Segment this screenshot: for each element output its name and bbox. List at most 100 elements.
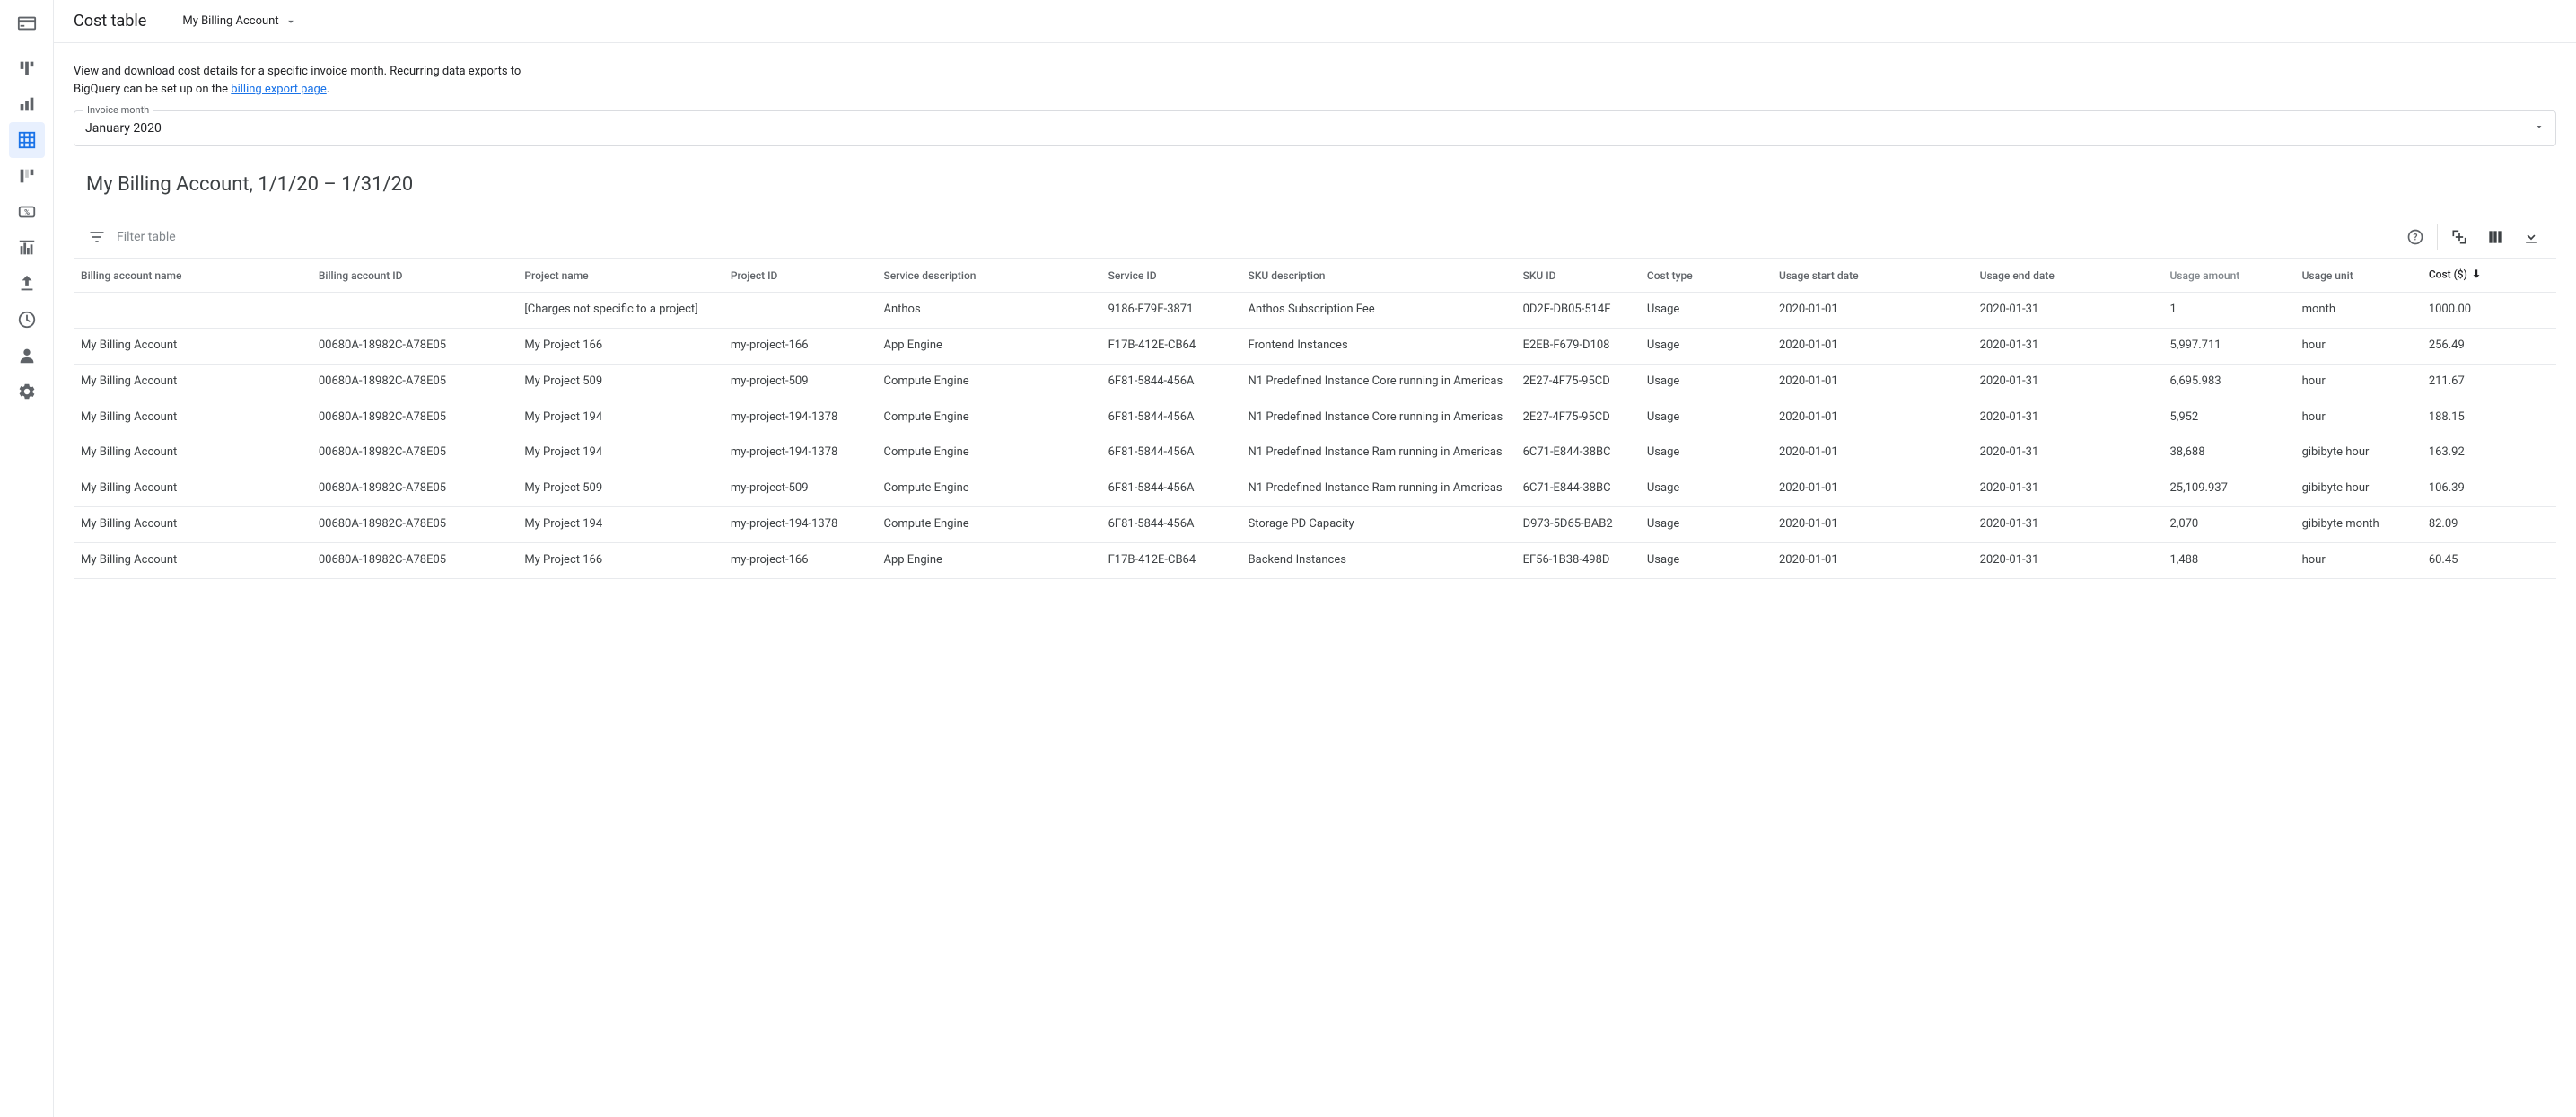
column-header[interactable]: Usage unit xyxy=(2295,259,2422,293)
cell-service-id: 9186-F79E-3871 xyxy=(1101,293,1241,329)
column-header[interactable]: Billing account name xyxy=(74,259,311,293)
cell-usage-start: 2020-01-01 xyxy=(1772,400,1973,435)
table-row[interactable]: My Billing Account00680A-18982C-A78E05My… xyxy=(74,328,2556,364)
cell-service-id: 6F81-5844-456A xyxy=(1101,364,1241,400)
dropdown-icon xyxy=(2534,121,2545,136)
cell-project-name: My Project 509 xyxy=(517,364,723,400)
column-header[interactable]: Project name xyxy=(517,259,723,293)
cell-billing-account-id: 00680A-18982C-A78E05 xyxy=(311,507,518,543)
filter-toolbar: Filter table ? xyxy=(74,215,2556,259)
cell-service-id: F17B-412E-CB64 xyxy=(1101,542,1241,578)
table-row[interactable]: My Billing Account00680A-18982C-A78E05My… xyxy=(74,542,2556,578)
billing-product-icon[interactable] xyxy=(9,5,45,41)
account-picker[interactable]: My Billing Account xyxy=(182,14,296,28)
cell-billing-account-name: My Billing Account xyxy=(74,435,311,471)
columns-icon[interactable] xyxy=(2477,221,2513,253)
invoice-month-label: Invoice month xyxy=(83,104,153,116)
cell-cost: 163.92 xyxy=(2422,435,2556,471)
invoice-month-select[interactable]: Invoice month January 2020 xyxy=(74,110,2556,146)
cell-service-description: Compute Engine xyxy=(876,400,1100,435)
cell-billing-account-name: My Billing Account xyxy=(74,364,311,400)
cell-billing-account-name: My Billing Account xyxy=(74,542,311,578)
cell-cost: 211.67 xyxy=(2422,364,2556,400)
nav-settings-icon[interactable] xyxy=(9,374,45,409)
group-by-icon[interactable] xyxy=(2441,221,2477,253)
column-header[interactable]: SKU description xyxy=(1241,259,1516,293)
table-row[interactable]: My Billing Account00680A-18982C-A78E05My… xyxy=(74,364,2556,400)
table-row[interactable]: My Billing Account00680A-18982C-A78E05My… xyxy=(74,471,2556,507)
cell-usage-start: 2020-01-01 xyxy=(1772,435,1973,471)
cell-project-name: [Charges not specific to a project] xyxy=(517,293,723,329)
nav-overview-icon[interactable] xyxy=(9,50,45,86)
cell-cost-type: Usage xyxy=(1640,328,1772,364)
cell-billing-account-id: 00680A-18982C-A78E05 xyxy=(311,328,518,364)
column-header[interactable]: Project ID xyxy=(723,259,877,293)
table-header-row: Billing account nameBilling account IDPr… xyxy=(74,259,2556,293)
cell-project-id: my-project-166 xyxy=(723,328,877,364)
cell-project-id: my-project-166 xyxy=(723,542,877,578)
cell-billing-account-name: My Billing Account xyxy=(74,328,311,364)
nav-export-icon[interactable] xyxy=(9,266,45,302)
nav-commitments-icon[interactable]: % xyxy=(9,194,45,230)
cell-usage-end: 2020-01-31 xyxy=(1973,542,2163,578)
main: Cost table My Billing Account View and d… xyxy=(54,0,2576,1117)
cell-usage-amount: 2,070 xyxy=(2162,507,2294,543)
cell-usage-unit: hour xyxy=(2295,400,2422,435)
cell-usage-unit: gibibyte hour xyxy=(2295,471,2422,507)
column-header[interactable]: SKU ID xyxy=(1516,259,1640,293)
cell-usage-start: 2020-01-01 xyxy=(1772,293,1973,329)
nav-payment-icon[interactable] xyxy=(9,338,45,374)
cell-usage-amount: 5,952 xyxy=(2162,400,2294,435)
column-header[interactable]: Usage amount xyxy=(2162,259,2294,293)
cell-billing-account-name: My Billing Account xyxy=(74,507,311,543)
column-header[interactable]: Service ID xyxy=(1101,259,1241,293)
nav-cost-breakdown-icon[interactable] xyxy=(9,158,45,194)
cell-usage-start: 2020-01-01 xyxy=(1772,542,1973,578)
cell-sku-description: Anthos Subscription Fee xyxy=(1241,293,1516,329)
cell-service-description: Compute Engine xyxy=(876,364,1100,400)
cell-sku-id: 0D2F-DB05-514F xyxy=(1516,293,1640,329)
column-header[interactable]: Cost ($) xyxy=(2422,259,2556,293)
cell-usage-amount: 5,997.711 xyxy=(2162,328,2294,364)
cell-billing-account-id: 00680A-18982C-A78E05 xyxy=(311,435,518,471)
cell-billing-account-name: My Billing Account xyxy=(74,471,311,507)
nav-budgets-icon[interactable] xyxy=(9,230,45,266)
billing-export-link[interactable]: billing export page xyxy=(231,83,326,96)
column-header[interactable]: Billing account ID xyxy=(311,259,518,293)
cell-usage-unit: hour xyxy=(2295,328,2422,364)
cell-usage-unit: month xyxy=(2295,293,2422,329)
cell-cost-type: Usage xyxy=(1640,435,1772,471)
topbar: Cost table My Billing Account xyxy=(54,0,2576,43)
nav-cost-table-icon[interactable] xyxy=(9,122,45,158)
cell-usage-start: 2020-01-01 xyxy=(1772,364,1973,400)
column-header[interactable]: Cost type xyxy=(1640,259,1772,293)
column-header[interactable]: Usage end date xyxy=(1973,259,2163,293)
download-icon[interactable] xyxy=(2513,221,2549,253)
cell-service-description: Compute Engine xyxy=(876,435,1100,471)
cell-usage-end: 2020-01-31 xyxy=(1973,328,2163,364)
sidebar: % xyxy=(0,0,54,1117)
column-header[interactable]: Usage start date xyxy=(1772,259,1973,293)
table-row[interactable]: My Billing Account00680A-18982C-A78E05My… xyxy=(74,435,2556,471)
cell-sku-description: N1 Predefined Instance Ram running in Am… xyxy=(1241,471,1516,507)
cell-service-description: Anthos xyxy=(876,293,1100,329)
filter-input[interactable]: Filter table xyxy=(117,230,176,244)
table-row[interactable]: My Billing Account00680A-18982C-A78E05My… xyxy=(74,400,2556,435)
cell-usage-amount: 1,488 xyxy=(2162,542,2294,578)
cell-project-id: my-project-194-1378 xyxy=(723,400,877,435)
cell-project-name: My Project 194 xyxy=(517,507,723,543)
cell-sku-id: E2EB-F679-D108 xyxy=(1516,328,1640,364)
filter-icon[interactable] xyxy=(81,221,113,253)
cell-usage-amount: 25,109.937 xyxy=(2162,471,2294,507)
nav-transactions-icon[interactable] xyxy=(9,302,45,338)
cell-project-name: My Project 166 xyxy=(517,328,723,364)
table-row[interactable]: [Charges not specific to a project] Antho… xyxy=(74,293,2556,329)
svg-text:?: ? xyxy=(2414,233,2418,242)
nav-reports-icon[interactable] xyxy=(9,86,45,122)
help-icon[interactable]: ? xyxy=(2397,221,2433,253)
table-row[interactable]: My Billing Account00680A-18982C-A78E05My… xyxy=(74,507,2556,543)
cell-cost: 106.39 xyxy=(2422,471,2556,507)
cell-usage-start: 2020-01-01 xyxy=(1772,507,1973,543)
column-header[interactable]: Service description xyxy=(876,259,1100,293)
account-name: My Billing Account xyxy=(182,14,278,28)
